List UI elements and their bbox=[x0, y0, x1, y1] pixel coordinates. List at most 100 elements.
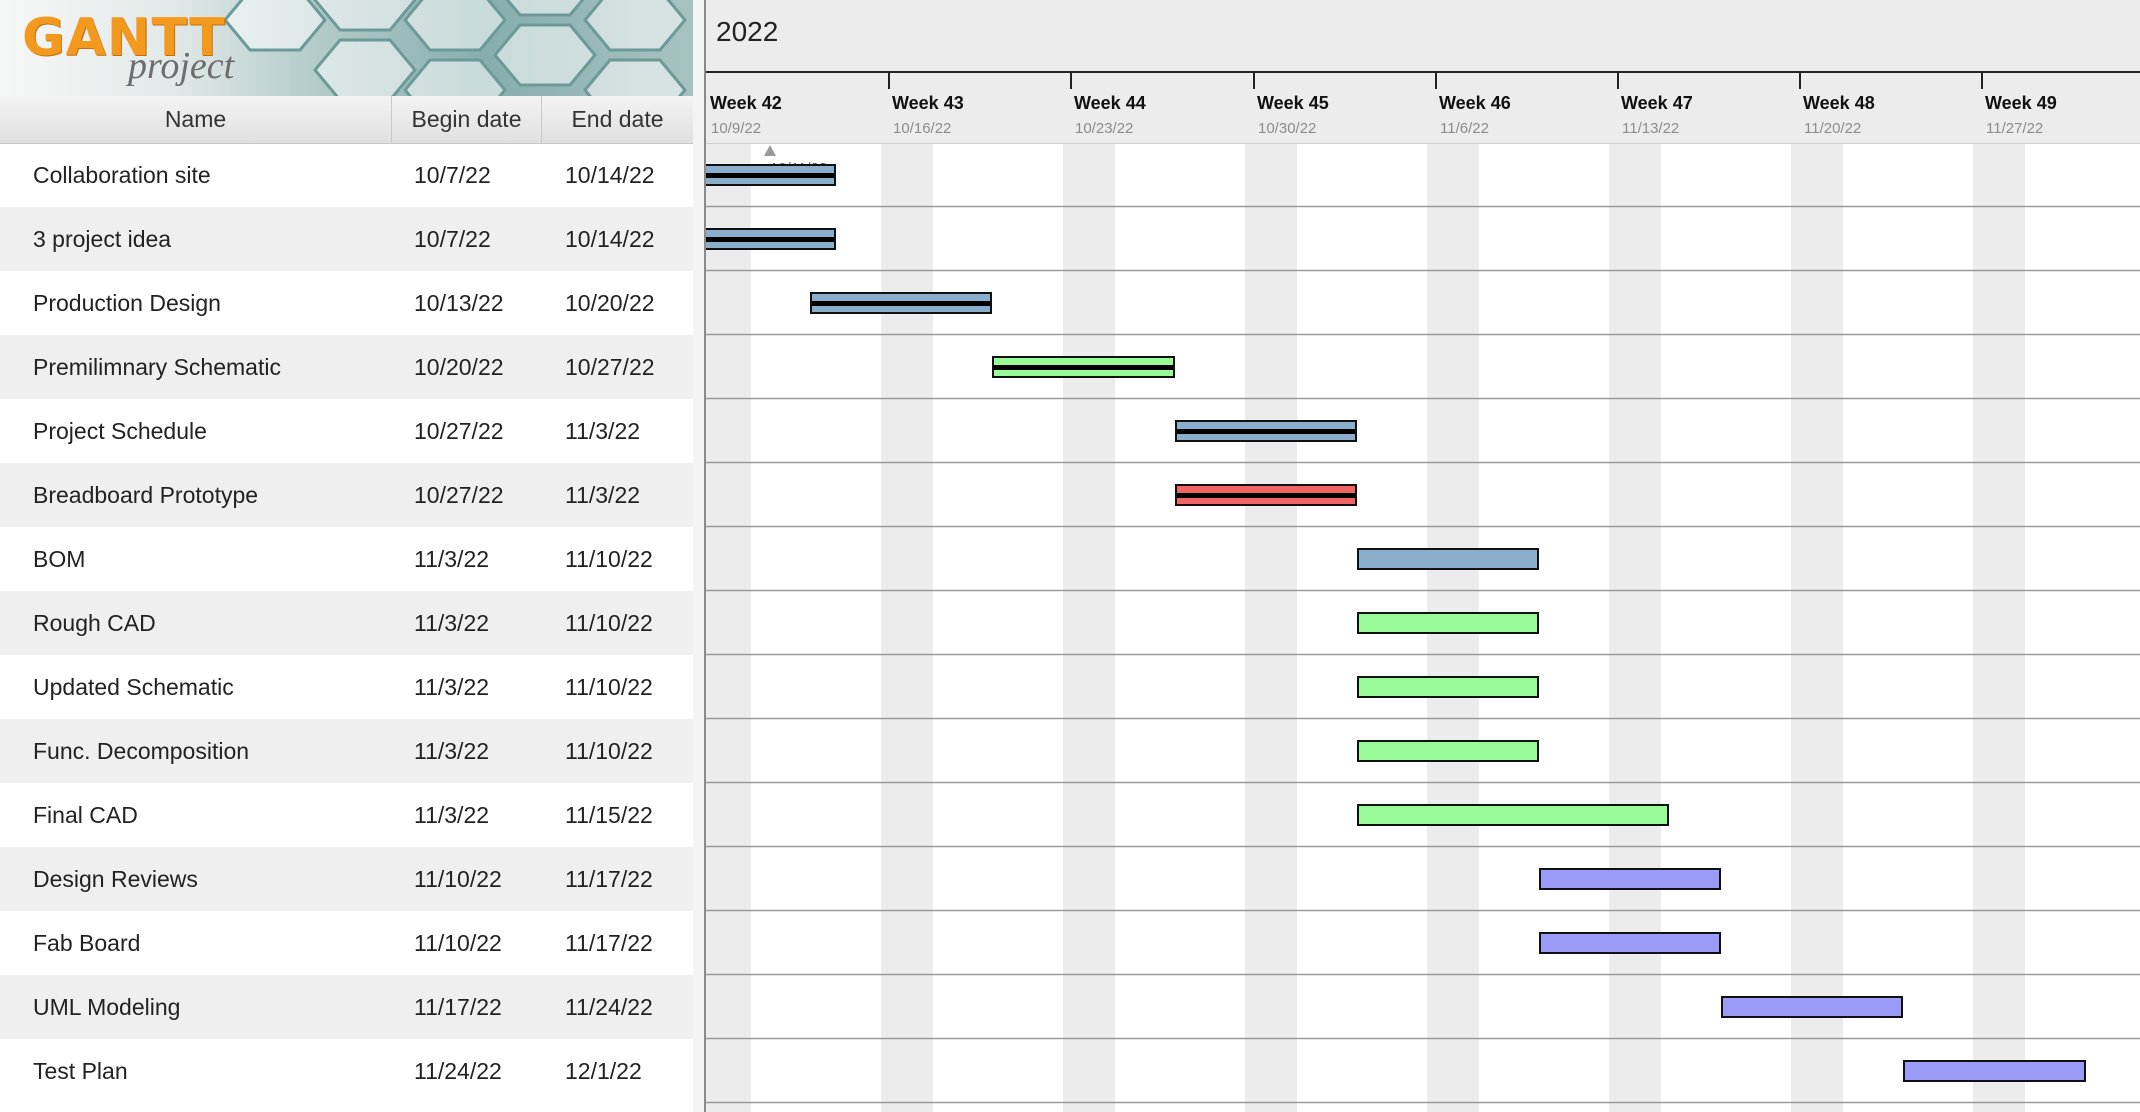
task-end-date: 11/10/22 bbox=[565, 738, 653, 764]
table-row[interactable]: Design Reviews 11/10/22 11/17/22 bbox=[0, 847, 693, 911]
task-end-date: 10/20/22 bbox=[565, 290, 655, 316]
table-row[interactable]: Rough CAD 11/3/22 11/10/22 bbox=[0, 591, 693, 655]
task-bar[interactable] bbox=[1175, 484, 1357, 506]
task-bar[interactable] bbox=[1357, 676, 1539, 698]
task-end-date: 11/3/22 bbox=[565, 482, 641, 508]
task-name: Func. Decomposition bbox=[33, 738, 250, 764]
task-end-date: 11/17/22 bbox=[565, 930, 653, 956]
year-label: 2022 bbox=[716, 16, 779, 47]
task-name: Final CAD bbox=[33, 802, 138, 828]
column-header-begin-date[interactable]: Begin date bbox=[392, 96, 542, 143]
week-axis-line bbox=[706, 71, 2140, 73]
task-begin-date: 11/3/22 bbox=[414, 738, 490, 764]
task-begin-date: 11/10/22 bbox=[414, 930, 502, 956]
task-table-pane: GANTT project Name Begin date End date C… bbox=[0, 0, 693, 1112]
table-row[interactable]: Collaboration site 10/7/22 10/14/22 bbox=[0, 143, 693, 207]
task-bar[interactable] bbox=[1539, 868, 1721, 890]
week-label: Week 47 bbox=[1621, 93, 1693, 113]
week-start-date: 11/13/22 bbox=[1622, 120, 1680, 137]
task-begin-date: 11/10/22 bbox=[414, 866, 502, 892]
week-label: Week 43 bbox=[892, 93, 964, 113]
task-name: Test Plan bbox=[33, 1058, 128, 1084]
table-row[interactable]: Premilimnary Schematic 10/20/22 10/27/22 bbox=[0, 335, 693, 399]
task-end-date: 10/14/22 bbox=[565, 162, 655, 188]
week-start-date: 11/20/22 bbox=[1804, 120, 1862, 137]
weekend-shade bbox=[881, 143, 933, 1112]
task-name: UML Modeling bbox=[33, 994, 181, 1020]
table-row[interactable]: Fab Board 11/10/22 11/17/22 bbox=[0, 911, 693, 975]
week-start-date: 10/16/22 bbox=[893, 120, 952, 137]
week-label: Week 45 bbox=[1257, 93, 1329, 113]
task-end-date: 11/10/22 bbox=[565, 610, 653, 636]
week-tick bbox=[1435, 71, 1437, 89]
task-bar[interactable] bbox=[1721, 996, 1903, 1018]
table-row[interactable]: 3 project idea 10/7/22 10/14/22 bbox=[0, 207, 693, 271]
task-name: Collaboration site bbox=[33, 162, 211, 188]
week-start-date: 10/9/22 bbox=[711, 120, 762, 137]
task-name: Breadboard Prototype bbox=[33, 482, 259, 508]
task-bar[interactable] bbox=[1175, 420, 1357, 442]
task-end-date: 11/15/22 bbox=[565, 802, 653, 828]
task-begin-date: 11/3/22 bbox=[414, 674, 490, 700]
weekend-shade bbox=[1245, 143, 1297, 1112]
task-progress-line bbox=[1177, 429, 1355, 434]
task-begin-date: 11/3/22 bbox=[414, 610, 490, 636]
column-header-end-date[interactable]: End date bbox=[542, 96, 693, 143]
task-end-date: 10/14/22 bbox=[565, 226, 655, 252]
table-row[interactable]: Func. Decomposition 11/3/22 11/10/22 bbox=[0, 719, 693, 783]
task-begin-date: 11/24/22 bbox=[414, 1058, 502, 1084]
week-start-date: 11/27/22 bbox=[1986, 120, 2044, 137]
ganttproject-logo: GANTT project bbox=[0, 0, 693, 96]
table-row[interactable]: UML Modeling 11/17/22 11/24/22 bbox=[0, 975, 693, 1039]
week-label: Week 49 bbox=[1985, 93, 2057, 113]
task-bar[interactable] bbox=[1539, 932, 1721, 954]
task-progress-line bbox=[812, 301, 990, 306]
task-begin-date: 10/7/22 bbox=[414, 226, 491, 252]
task-name: Production Design bbox=[33, 290, 221, 316]
task-begin-date: 11/3/22 bbox=[414, 802, 490, 828]
task-end-date: 11/24/22 bbox=[565, 994, 653, 1020]
task-progress-line bbox=[706, 173, 834, 178]
week-tick bbox=[1799, 71, 1801, 89]
task-bar[interactable] bbox=[1357, 740, 1539, 762]
task-name: BOM bbox=[33, 546, 86, 572]
task-begin-date: 10/27/22 bbox=[414, 418, 504, 444]
week-label: Week 42 bbox=[710, 93, 782, 113]
table-row[interactable]: Breadboard Prototype 10/27/22 11/3/22 bbox=[0, 463, 693, 527]
task-bar[interactable] bbox=[706, 164, 836, 186]
task-bar[interactable] bbox=[1357, 548, 1539, 570]
week-label: Week 46 bbox=[1439, 93, 1511, 113]
week-start-date: 10/30/22 bbox=[1258, 120, 1317, 137]
task-bar[interactable] bbox=[1357, 804, 1669, 826]
table-row[interactable]: Production Design 10/13/22 10/20/22 bbox=[0, 271, 693, 335]
table-row[interactable]: Test Plan 11/24/22 12/1/22 bbox=[0, 1039, 693, 1103]
week-tick bbox=[888, 71, 890, 89]
task-name: Updated Schematic bbox=[33, 674, 234, 700]
task-name: Project Schedule bbox=[33, 418, 207, 444]
weekend-shade bbox=[706, 143, 751, 1112]
column-header-name[interactable]: Name bbox=[0, 96, 392, 143]
task-progress-line bbox=[706, 237, 834, 242]
week-tick bbox=[1070, 71, 1072, 89]
task-bar[interactable] bbox=[992, 356, 1175, 378]
table-row[interactable]: Final CAD 11/3/22 11/15/22 bbox=[0, 783, 693, 847]
task-bar[interactable] bbox=[706, 228, 836, 250]
task-name: Rough CAD bbox=[33, 610, 156, 636]
week-tick bbox=[1981, 71, 1983, 89]
task-begin-date: 11/3/22 bbox=[414, 546, 490, 572]
task-name: Design Reviews bbox=[33, 866, 198, 892]
timeline-header: 2022 Week 42 10/9/22 Week 43 10/16/22 Week 4… bbox=[706, 0, 2140, 144]
week-tick bbox=[1253, 71, 1255, 89]
task-bar[interactable] bbox=[1357, 612, 1539, 634]
task-progress-line bbox=[1177, 493, 1355, 498]
task-end-date: 10/27/22 bbox=[565, 354, 655, 380]
table-row[interactable]: Project Schedule 10/27/22 11/3/22 bbox=[0, 399, 693, 463]
task-end-date: 11/3/22 bbox=[565, 418, 641, 444]
table-row[interactable]: Updated Schematic 11/3/22 11/10/22 bbox=[0, 655, 693, 719]
task-begin-date: 10/7/22 bbox=[414, 162, 491, 188]
week-start-date: 11/6/22 bbox=[1440, 120, 1489, 137]
task-bar[interactable] bbox=[1903, 1060, 2086, 1082]
table-row[interactable]: BOM 11/3/22 11/10/22 bbox=[0, 527, 693, 591]
gantt-chart[interactable]: 2022 Week 42 10/9/22 Week 43 10/16/22 Week 4… bbox=[706, 0, 2140, 1112]
task-bar[interactable] bbox=[810, 292, 992, 314]
